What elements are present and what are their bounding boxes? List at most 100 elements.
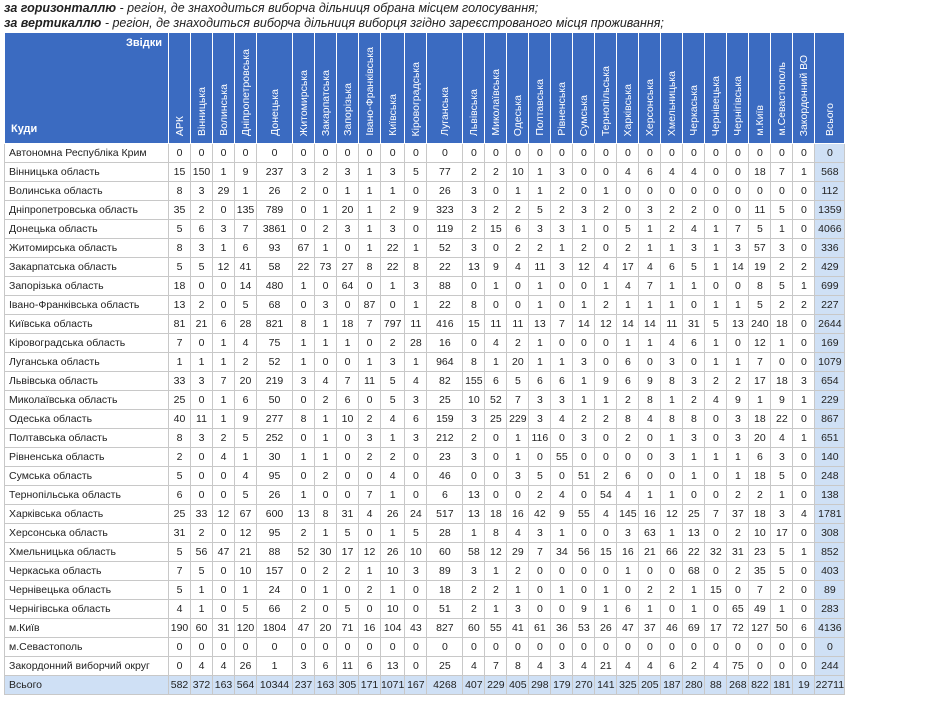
table-cell: 0 <box>792 314 816 334</box>
column-header: Одеська <box>506 32 530 144</box>
table-cell: 0 <box>572 181 596 201</box>
table-cell: 51 <box>572 466 596 486</box>
table-cell: 229 <box>506 409 530 429</box>
column-header: Закордонний ВО <box>792 32 816 144</box>
column-header-label: Одеська <box>511 94 524 136</box>
table-cell: 0 <box>704 637 728 657</box>
column-header: Львівська <box>462 32 486 144</box>
table-cell: 0 <box>550 295 574 315</box>
table-cell: 1 <box>572 219 596 239</box>
table-cell: 1 <box>660 390 684 410</box>
table-cell: 0 <box>379 143 406 163</box>
table-cell: 1 <box>484 599 508 619</box>
table-cell: 6 <box>404 409 428 429</box>
table-cell: 0 <box>484 181 508 201</box>
table-cell: 0 <box>792 333 816 353</box>
table-cell: 12 <box>748 333 772 353</box>
table-cell: 212 <box>426 428 464 448</box>
table-cell: 17 <box>704 618 728 638</box>
table-cell: 821 <box>256 314 293 334</box>
table-cell: 66 <box>660 542 684 562</box>
table-cell: 1 <box>528 352 552 372</box>
table-row: м.Севастополь 0 0 0 0 0 0 0 0 0 0 0 0 0 0 0 0 0 0 0 0 0 0 0 0 0 0 0… <box>4 637 846 657</box>
table-cell: 0 <box>190 485 213 505</box>
table-cell: 11 <box>506 314 530 334</box>
table-cell: 3 <box>190 181 213 201</box>
table-cell: 0 <box>792 409 816 429</box>
table-cell: 10 <box>336 409 359 429</box>
table-cell: 81 <box>168 314 191 334</box>
table-cell: 2 <box>336 561 359 581</box>
table-cell: 1 <box>770 599 794 619</box>
table-cell: 2 <box>638 580 662 600</box>
table-cell: 0 <box>638 352 662 372</box>
table-cell: 405 <box>506 675 530 695</box>
table-cell: 0 <box>704 162 728 182</box>
table-cell: 3 <box>792 371 816 391</box>
table-cell: 6 <box>528 371 552 391</box>
table-cell: 270 <box>572 675 596 695</box>
table-cell: 26 <box>379 504 406 524</box>
table-cell: 1 <box>168 352 191 372</box>
row-total-cell: 429 <box>814 257 846 277</box>
table-cell: 8 <box>682 409 706 429</box>
table-cell: 1 <box>770 485 794 505</box>
table-cell: 88 <box>704 675 728 695</box>
table-cell: 0 <box>660 143 684 163</box>
table-cell: 0 <box>682 485 706 505</box>
table-cell: 4 <box>506 257 530 277</box>
table-cell: 1 <box>726 466 750 486</box>
table-cell: 0 <box>682 352 706 372</box>
table-cell: 63 <box>638 523 662 543</box>
table-cell: 1 <box>792 390 816 410</box>
table-cell: 0 <box>506 637 530 657</box>
column-header: Херсонська <box>638 32 662 144</box>
table-cell: 3 <box>336 219 359 239</box>
table-cell: 61 <box>528 618 552 638</box>
row-total-cell: 0 <box>814 143 846 163</box>
table-cell: 8 <box>748 276 772 296</box>
table-cell: 0 <box>292 219 315 239</box>
column-header-label: Закарпатська <box>319 69 332 136</box>
table-cell: 7 <box>336 371 359 391</box>
table-cell: 22 <box>379 238 406 258</box>
table-cell: 3 <box>726 409 750 429</box>
table-cell: 21 <box>234 542 257 562</box>
row-total-cell: 112 <box>814 181 846 201</box>
table-cell: 1 <box>379 523 406 543</box>
table-cell: 1 <box>484 276 508 296</box>
column-header: Сумська <box>572 32 596 144</box>
table-cell: 55 <box>550 447 574 467</box>
table-cell: 87 <box>358 295 381 315</box>
table-cell: 0 <box>212 485 235 505</box>
table-row: Автономна Республіка Крим 0 0 0 0 0 0 0 0 0 0 0 0 0 0 0… <box>4 143 846 163</box>
table-cell: 2 <box>594 409 618 429</box>
table-cell: 822 <box>748 675 772 695</box>
table-cell: 2 <box>314 162 337 182</box>
column-header-label: Миколаївська <box>489 69 502 136</box>
table-cell: 0 <box>704 276 728 296</box>
table-cell: 0 <box>792 656 816 676</box>
table-cell: 1 <box>358 561 381 581</box>
table-cell: 6 <box>660 257 684 277</box>
table-cell: 2 <box>550 181 574 201</box>
table-cell: 4 <box>404 371 428 391</box>
table-cell: 0 <box>168 656 191 676</box>
table-cell: 15 <box>168 162 191 182</box>
table-cell: 7 <box>212 371 235 391</box>
table-cell: 0 <box>426 143 464 163</box>
row-total-cell: 1079 <box>814 352 846 372</box>
table-cell: 6 <box>506 219 530 239</box>
table-cell: 10 <box>379 561 406 581</box>
table-cell: 2 <box>462 599 486 619</box>
table-cell: 1 <box>358 219 381 239</box>
table-cell: 0 <box>704 143 728 163</box>
table-cell: 2 <box>572 409 596 429</box>
table-cell: 280 <box>682 675 706 695</box>
table-cell: 3 <box>292 656 315 676</box>
table-cell: 0 <box>704 561 728 581</box>
table-cell: 5 <box>168 542 191 562</box>
table-cell: 3 <box>212 219 235 239</box>
table-cell: 12 <box>234 523 257 543</box>
table-cell: 6 <box>190 219 213 239</box>
